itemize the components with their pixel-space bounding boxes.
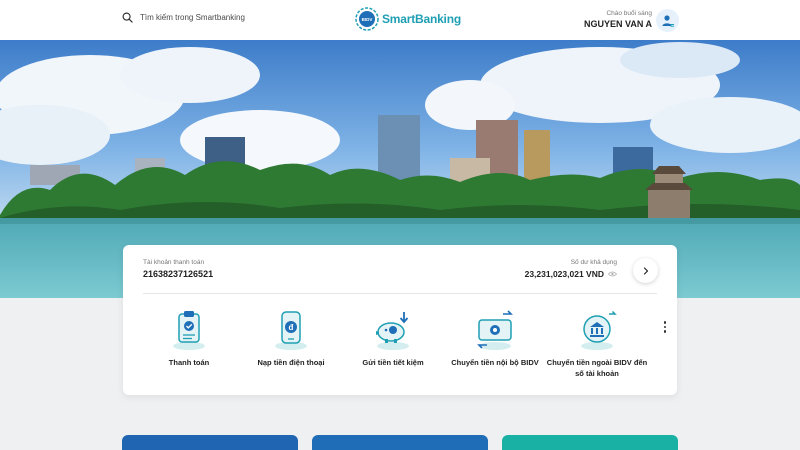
internal-transfer-icon [472,307,518,353]
service-payment[interactable]: Thanh toán [138,307,240,379]
search-placeholder[interactable]: Tìm kiếm trong Smartbanking [140,13,245,22]
balance-label: Số dư khả dụng [570,259,617,266]
service-label: Thanh toán [168,358,210,367]
feature-tile[interactable] [122,435,298,450]
account-card: Tài khoản thanh toán 21638237126521 Số d… [123,245,677,395]
piggy-bank-icon [370,307,416,353]
top-header: Tìm kiếm trong Smartbanking BIDV SmartBa… [0,0,800,40]
service-label: Gửi tiền tiết kiệm [362,358,424,367]
eye-icon[interactable] [608,271,617,277]
feature-tile[interactable] [502,435,678,450]
greeting-text: Chào buổi sáng [606,10,652,17]
service-label: Chuyển tiền nội bộ BIDV [451,358,539,367]
service-label: Nạp tiền điện thoại [257,358,325,367]
search-box[interactable]: Tìm kiếm trong Smartbanking [122,12,245,23]
service-phone-topup[interactable]: đ Nạp tiền điện thoại [240,307,342,379]
more-dots-icon [663,321,667,324]
svg-text:đ: đ [289,323,294,332]
account-detail-button[interactable] [633,258,658,283]
chevron-right-icon [643,266,648,275]
user-icon [662,14,674,27]
greeting-block: Chào buổi sáng NGUYEN VAN A [584,10,652,29]
service-label: Chuyển tiền ngoài BIDV đến số tài khoản [546,358,648,378]
balance-row: 23,231,023,021 VND [525,269,617,279]
phone-topup-icon: đ [268,307,314,353]
service-internal-transfer[interactable]: Chuyển tiền nội bộ BIDV [444,307,546,379]
service-external-transfer[interactable]: Chuyển tiền ngoài BIDV đến số tài khoản [546,307,648,379]
clipboard-check-icon [166,307,212,353]
service-savings[interactable]: Gửi tiền tiết kiệm [342,307,444,379]
more-services-button[interactable] [661,321,669,333]
logo-badge: BIDV [362,17,373,22]
card-divider [143,293,657,294]
account-number: 21638237126521 [143,269,214,279]
search-icon [122,12,133,23]
quick-services: Thanh toán đ Nạp tiền điện thoại Gửi tiề… [138,307,648,379]
feature-tile[interactable] [312,435,488,450]
balance-amount: 23,231,023,021 VND [524,269,604,279]
bidv-logo-icon: BIDV [355,7,379,31]
external-transfer-icon [574,307,620,353]
logo-text: SmartBanking [382,12,461,26]
avatar[interactable] [656,9,679,32]
user-name: NGUYEN VAN A [583,19,652,29]
smartbanking-logo[interactable]: BIDV SmartBanking [355,7,461,31]
account-type-label: Tài khoản thanh toán [143,259,205,266]
